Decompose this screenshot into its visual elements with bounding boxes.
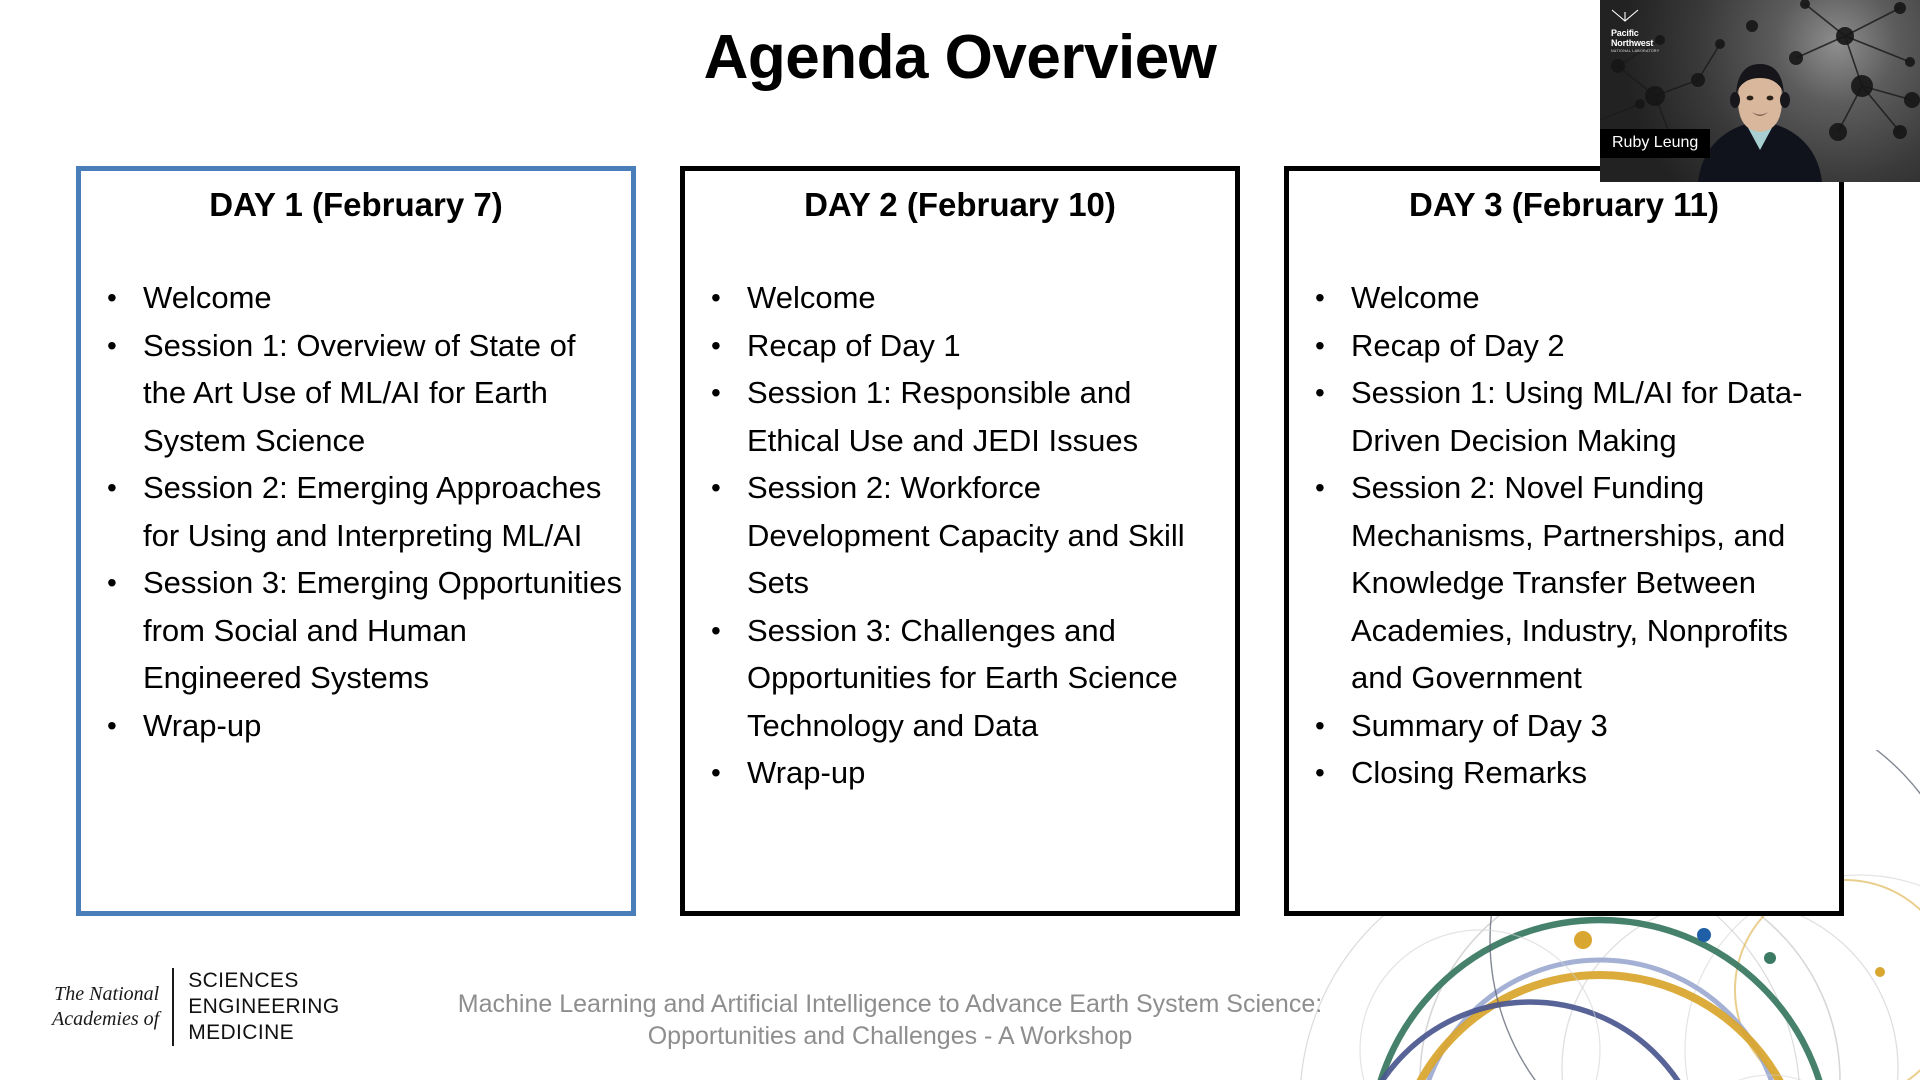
- list-item: Session 2: Emerging Approaches for Using…: [87, 464, 625, 559]
- list-item: Welcome: [87, 274, 625, 322]
- logo-line-4: ENGINEERING: [188, 995, 340, 1018]
- logo-line-5: MEDICINE: [188, 1021, 295, 1044]
- agenda-columns: DAY 1 (February 7) Welcome Session 1: Ov…: [76, 166, 1844, 916]
- pnnl-line-1: Pacific: [1611, 28, 1639, 38]
- logo-line-2: Academies of: [52, 1008, 160, 1030]
- list-item: Session 1: Responsible and Ethical Use a…: [691, 369, 1229, 464]
- pnnl-mark-icon: [1611, 9, 1639, 22]
- list-item: Wrap-up: [691, 749, 1229, 797]
- list-item: Session 1: Using ML/AI for Data-Driven D…: [1295, 369, 1833, 464]
- workshop-line-2: Opportunities and Challenges - A Worksho…: [647, 1022, 1133, 1050]
- workshop-subtitle: Machine Learning and Artificial Intellig…: [360, 988, 1420, 1052]
- logo-right-text: SCIENCES ENGINEERING MEDICINE: [174, 968, 339, 1046]
- day-1-heading: DAY 1 (February 7): [209, 186, 503, 223]
- logo-line-1: The National: [54, 983, 160, 1005]
- list-item: Session 3: Emerging Opportunities from S…: [87, 559, 625, 702]
- list-item: Session 3: Challenges and Opportunities …: [691, 607, 1229, 750]
- day-3-list: Welcome Recap of Day 2 Session 1: Using …: [1295, 274, 1833, 797]
- video-participant-tile[interactable]: Pacific Northwest NATIONAL LABORATORY Ru…: [1600, 0, 1920, 182]
- pnnl-sublabel: NATIONAL LABORATORY: [1611, 49, 1660, 53]
- day-3-heading: DAY 3 (February 11): [1409, 186, 1719, 223]
- participant-name-label: Ruby Leung: [1600, 129, 1711, 158]
- list-item: Welcome: [1295, 274, 1833, 322]
- day-2-heading: DAY 2 (February 10): [804, 186, 1116, 223]
- pnnl-watermark: Pacific Northwest NATIONAL LABORATORY: [1611, 9, 1659, 54]
- workshop-line-1: Machine Learning and Artificial Intellig…: [457, 990, 1323, 1018]
- list-item: Welcome: [691, 274, 1229, 322]
- list-item: Wrap-up: [87, 702, 625, 750]
- list-item: Session 2: Novel Funding Mechanisms, Par…: [1295, 464, 1833, 702]
- day-1-list: Welcome Session 1: Overview of State of …: [87, 274, 625, 749]
- list-item: Recap of Day 2: [1295, 322, 1833, 370]
- day-2-list: Welcome Recap of Day 1 Session 1: Respon…: [691, 274, 1229, 797]
- day-1-card: DAY 1 (February 7) Welcome Session 1: Ov…: [76, 166, 636, 916]
- participant-avatar: [1698, 64, 1822, 182]
- national-academies-logo: The National Academies of SCIENCES ENGIN…: [52, 968, 340, 1046]
- list-item: Recap of Day 1: [691, 322, 1229, 370]
- list-item: Session 1: Overview of State of the Art …: [87, 322, 625, 465]
- day-2-card: DAY 2 (February 10) Welcome Recap of Day…: [680, 166, 1240, 916]
- list-item: Session 2: Workforce Development Capacit…: [691, 464, 1229, 607]
- list-item: Summary of Day 3: [1295, 702, 1833, 750]
- logo-line-3: SCIENCES: [188, 969, 299, 992]
- pnnl-line-2: Northwest: [1611, 38, 1654, 48]
- logo-left-text: The National Academies of: [52, 982, 172, 1032]
- day-3-card: DAY 3 (February 11) Welcome Recap of Day…: [1284, 166, 1844, 916]
- list-item: Closing Remarks: [1295, 749, 1833, 797]
